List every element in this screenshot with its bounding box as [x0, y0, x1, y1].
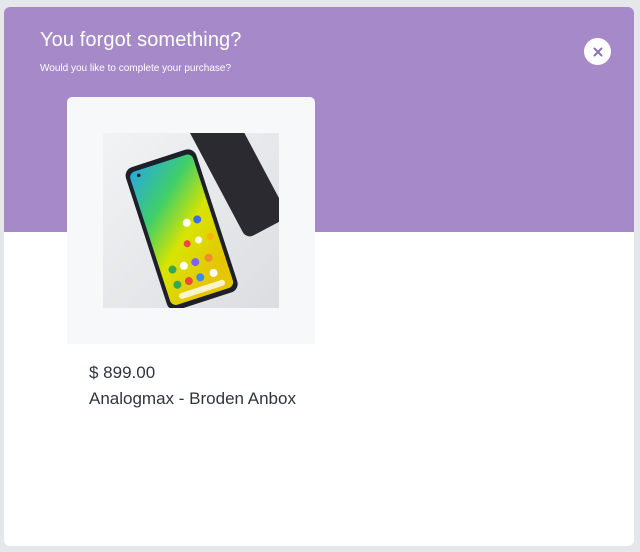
product-name[interactable]: Analogmax - Broden Anbox [89, 389, 301, 409]
modal-subtitle: Would you like to complete your purchase… [40, 63, 232, 74]
abandoned-cart-modal: You forgot something? Would you like to … [4, 7, 634, 546]
product-price: $ 899.00 [89, 363, 156, 382]
close-icon [593, 47, 602, 56]
close-button[interactable] [584, 38, 611, 65]
modal-title: You forgot something? [40, 29, 242, 51]
product-card[interactable] [67, 97, 315, 344]
product-image[interactable] [103, 133, 279, 308]
